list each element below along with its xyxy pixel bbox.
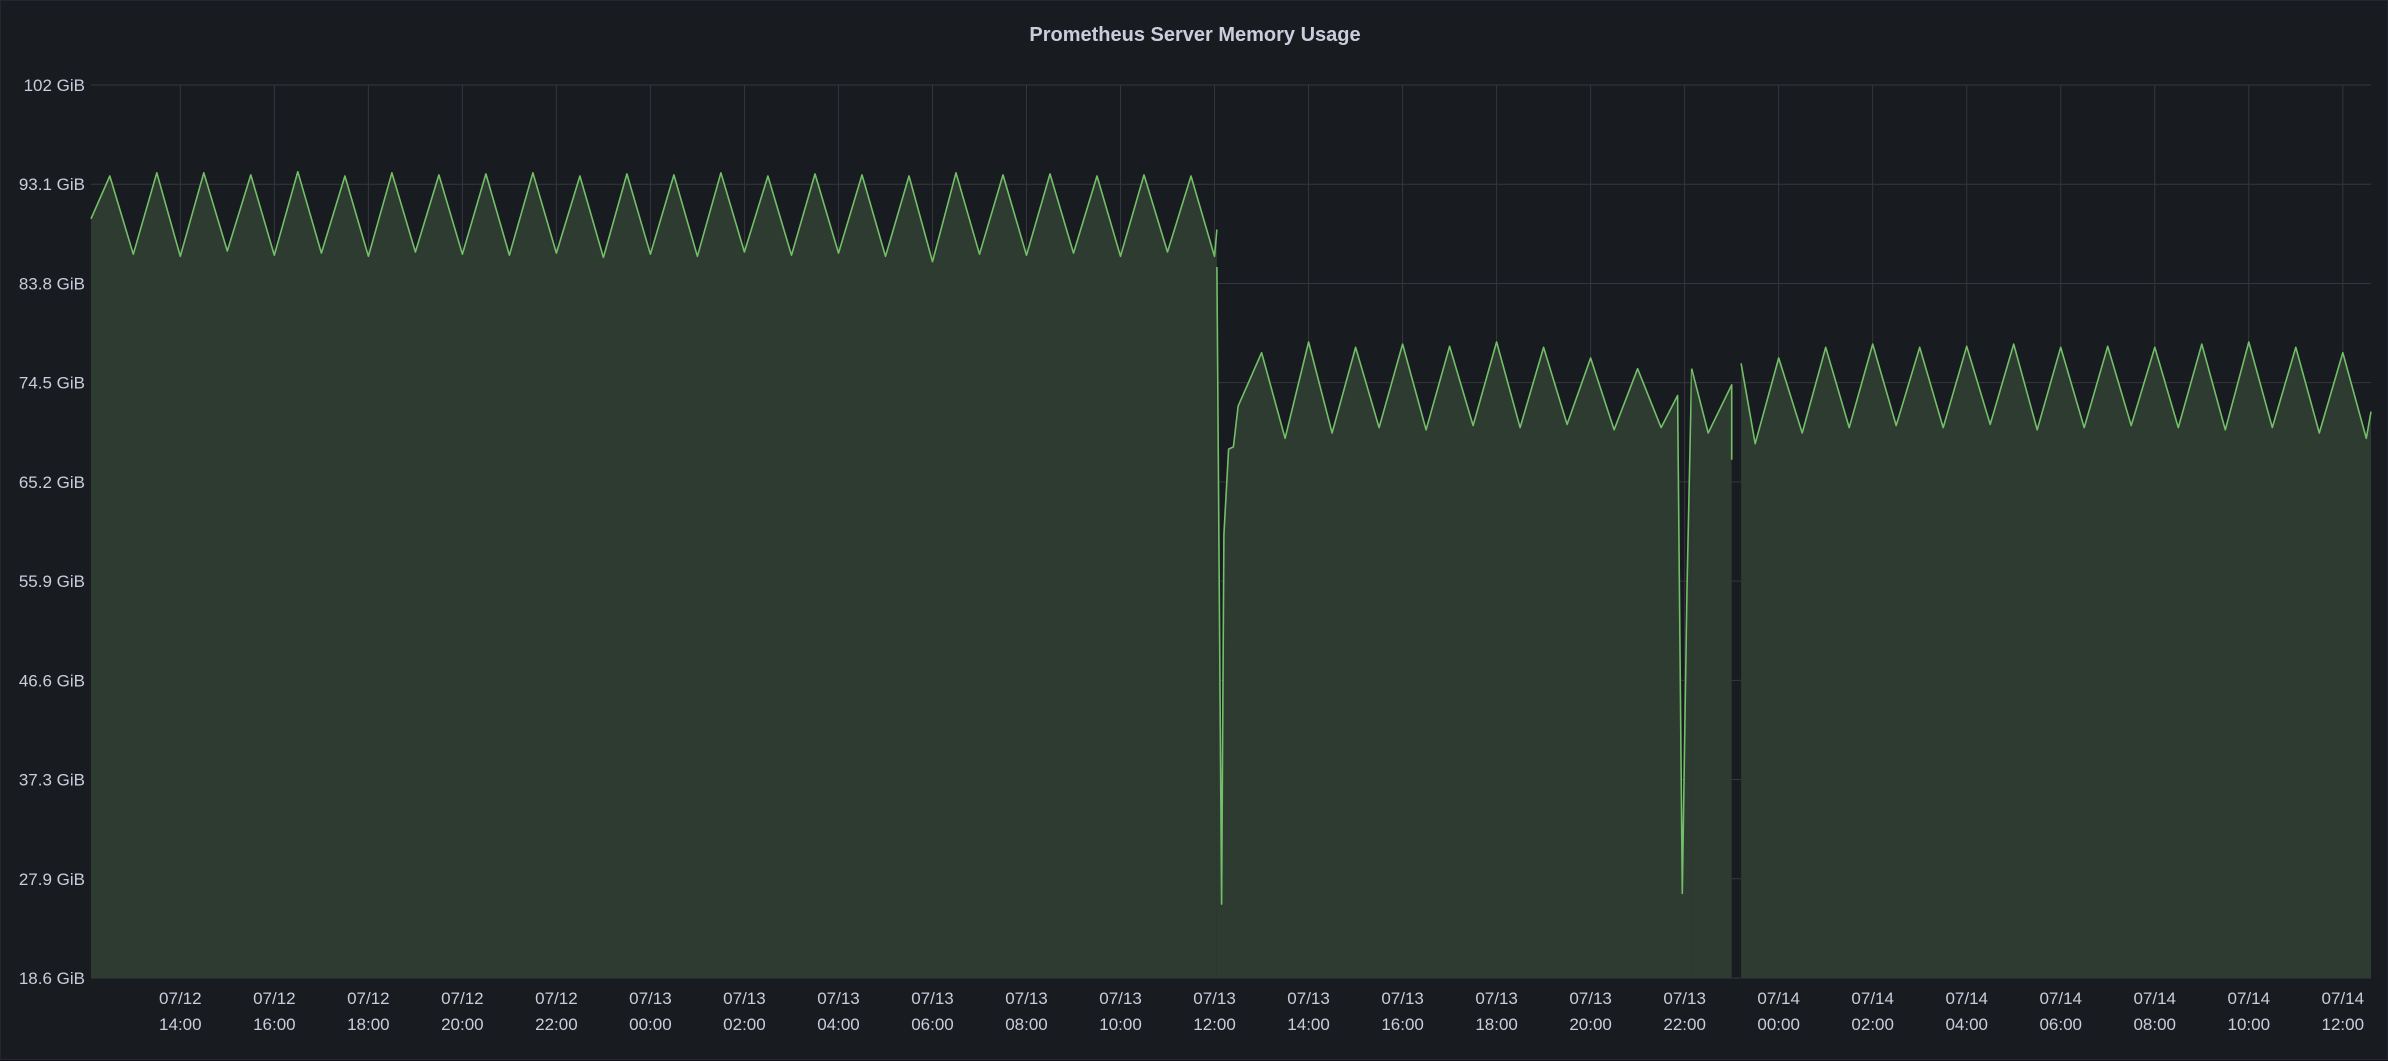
x-tick-date: 07/13 bbox=[1381, 989, 1424, 1008]
x-tick-date: 07/14 bbox=[2322, 989, 2365, 1008]
x-tick-date: 07/13 bbox=[1475, 989, 1518, 1008]
x-tick-date: 07/12 bbox=[253, 989, 296, 1008]
x-tick-time: 00:00 bbox=[629, 1015, 672, 1034]
x-tick-date: 07/13 bbox=[817, 989, 860, 1008]
series-area bbox=[90, 170, 2372, 978]
x-tick-time: 18:00 bbox=[347, 1015, 390, 1034]
x-tick-time: 02:00 bbox=[723, 1015, 766, 1034]
x-tick-time: 12:00 bbox=[2322, 1015, 2365, 1034]
x-tick-time: 12:00 bbox=[1193, 1015, 1236, 1034]
x-tick-date: 07/14 bbox=[1945, 989, 1988, 1008]
x-tick-time: 20:00 bbox=[441, 1015, 484, 1034]
y-tick-label: 65.2 GiB bbox=[19, 473, 85, 492]
x-tick-time: 04:00 bbox=[817, 1015, 860, 1034]
series-area-fill bbox=[1741, 342, 2371, 978]
x-tick-date: 07/14 bbox=[2227, 989, 2270, 1008]
x-tick-time: 14:00 bbox=[159, 1015, 202, 1034]
x-tick-time: 06:00 bbox=[2039, 1015, 2082, 1034]
x-tick-date: 07/14 bbox=[1851, 989, 1894, 1008]
y-tick-label: 27.9 GiB bbox=[19, 870, 85, 889]
y-tick-label: 83.8 GiB bbox=[19, 274, 85, 293]
x-tick-time: 08:00 bbox=[2133, 1015, 2176, 1034]
x-tick-time: 14:00 bbox=[1287, 1015, 1330, 1034]
x-tick-time: 00:00 bbox=[1757, 1015, 1800, 1034]
x-tick-date: 07/13 bbox=[911, 989, 954, 1008]
x-tick-time: 18:00 bbox=[1475, 1015, 1518, 1034]
x-tick-time: 22:00 bbox=[1663, 1015, 1706, 1034]
x-tick-time: 06:00 bbox=[911, 1015, 954, 1034]
x-tick-date: 07/13 bbox=[1663, 989, 1706, 1008]
x-tick-date: 07/12 bbox=[441, 989, 484, 1008]
series-area-fill bbox=[1216, 267, 1692, 978]
x-tick-time: 16:00 bbox=[253, 1015, 296, 1034]
x-tick-date: 07/13 bbox=[1193, 989, 1236, 1008]
y-tick-label: 37.3 GiB bbox=[19, 771, 85, 790]
x-tick-time: 10:00 bbox=[1099, 1015, 1142, 1034]
x-tick-date: 07/12 bbox=[535, 989, 578, 1008]
x-tick-date: 07/13 bbox=[1569, 989, 1612, 1008]
x-tick-date: 07/14 bbox=[2133, 989, 2176, 1008]
x-tick-date: 07/12 bbox=[159, 989, 202, 1008]
x-tick-date: 07/13 bbox=[629, 989, 672, 1008]
y-tick-label: 55.9 GiB bbox=[19, 572, 85, 591]
y-axis: 102 GiB 93.1 GiB 83.8 GiB 74.5 GiB 65.2 GiB 5… bbox=[19, 76, 85, 988]
y-tick-label: 102 GiB bbox=[24, 76, 85, 95]
y-tick-label: 18.6 GiB bbox=[19, 969, 85, 988]
y-tick-label: 93.1 GiB bbox=[19, 175, 85, 194]
x-tick-time: 08:00 bbox=[1005, 1015, 1048, 1034]
x-tick-time: 16:00 bbox=[1381, 1015, 1424, 1034]
x-tick-time: 02:00 bbox=[1851, 1015, 1894, 1034]
y-tick-label: 74.5 GiB bbox=[19, 374, 85, 393]
x-tick-time: 22:00 bbox=[535, 1015, 578, 1034]
x-tick-date: 07/13 bbox=[1287, 989, 1330, 1008]
x-tick-date: 07/13 bbox=[1005, 989, 1048, 1008]
memory-usage-chart: 102 GiB 93.1 GiB 83.8 GiB 74.5 GiB 65.2 GiB 5… bbox=[19, 76, 2372, 1034]
chart-panel: Prometheus Server Memory Usage 102 GiB 93… bbox=[0, 0, 2388, 1060]
x-tick-date: 07/14 bbox=[1757, 989, 1800, 1008]
x-tick-time: 04:00 bbox=[1945, 1015, 1988, 1034]
x-axis: 07/12 14:00 07/12 16:00 07/12 18:00 07/12 20:00… bbox=[159, 989, 2364, 1034]
x-tick-date: 07/13 bbox=[723, 989, 766, 1008]
x-tick-time: 10:00 bbox=[2227, 1015, 2270, 1034]
x-tick-time: 20:00 bbox=[1569, 1015, 1612, 1034]
series-area-fill bbox=[91, 171, 1217, 978]
x-tick-date: 07/12 bbox=[347, 989, 390, 1008]
y-tick-label: 46.6 GiB bbox=[19, 671, 85, 690]
x-tick-date: 07/13 bbox=[1099, 989, 1142, 1008]
x-tick-date: 07/14 bbox=[2039, 989, 2082, 1008]
series-area-fill bbox=[1691, 368, 1732, 978]
